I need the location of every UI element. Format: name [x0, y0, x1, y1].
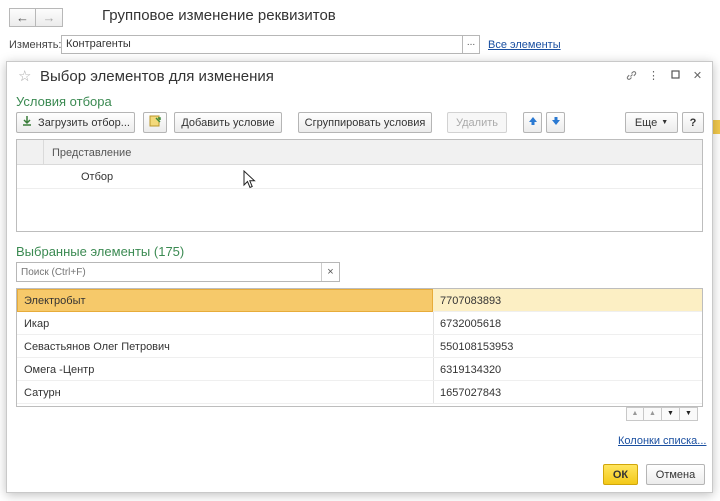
table-row[interactable]: Электробыт 7707083893 — [17, 289, 702, 312]
selected-elements-table[interactable]: Электробыт 7707083893 Икар 6732005618 Се… — [16, 288, 703, 407]
column-divider — [433, 358, 434, 380]
select-object-button[interactable]: ... — [462, 35, 480, 54]
column-divider — [433, 335, 434, 357]
maximize-icon[interactable] — [670, 70, 681, 84]
first-page-button[interactable]: ▲ — [626, 407, 644, 421]
load-filter-label: Загрузить отбор... — [38, 116, 130, 129]
cancel-button[interactable]: Отмена — [646, 464, 705, 485]
double-up-icon: ▲ — [631, 410, 639, 417]
arrow-up-icon — [528, 116, 538, 129]
search-input[interactable] — [17, 263, 317, 281]
element-name: Омега -Центр — [24, 364, 95, 376]
down-icon: ▼ — [667, 410, 674, 417]
kebab-menu-icon[interactable]: ⋮ — [648, 70, 659, 84]
add-condition-button[interactable]: Добавить условие — [174, 112, 282, 133]
element-inn: 1657027843 — [440, 387, 502, 399]
arrow-down-icon — [551, 116, 561, 129]
filter-conditions-grid[interactable]: Представление Отбор — [16, 139, 703, 232]
filter-row-label: Отбор — [81, 171, 114, 183]
ok-button[interactable]: ОК — [603, 464, 638, 485]
all-elements-link[interactable]: Все элементы — [488, 39, 561, 51]
back-button[interactable]: ← — [9, 8, 36, 27]
filter-grid-header: Представление — [17, 140, 702, 165]
column-divider — [433, 381, 434, 403]
background-edge-marker — [712, 120, 720, 134]
window-controls: ⋮ ✕ — [626, 70, 703, 84]
element-inn: 6732005618 — [440, 318, 502, 330]
list-columns-link[interactable]: Колонки списка... — [618, 435, 706, 447]
last-page-button[interactable]: ▼ — [680, 407, 698, 421]
element-inn: 7707083893 — [440, 295, 502, 307]
table-row[interactable]: Сатурн 1657027843 — [17, 381, 702, 404]
navigation-buttons: ← → — [9, 8, 63, 27]
presentation-column-header[interactable]: Представление — [52, 147, 131, 159]
filter-row[interactable]: Отбор — [17, 165, 702, 189]
table-row[interactable]: Омега -Центр 6319134320 — [17, 358, 702, 381]
page-down-button[interactable]: ▼ — [662, 407, 680, 421]
arrow-right-icon: → — [42, 10, 56, 25]
dropdown-arrow-icon: ▼ — [661, 119, 669, 126]
element-name: Севастьянов Олег Петрович — [24, 341, 170, 353]
double-down-icon: ▼ — [685, 410, 692, 417]
change-label: Изменять: — [9, 39, 62, 51]
form-title: Групповое изменение реквизитов — [102, 7, 336, 24]
element-inn: 550108153953 — [440, 341, 514, 353]
more-menu-button[interactable]: Еще ▼ — [625, 112, 678, 133]
column-divider — [433, 312, 434, 334]
change-object-field[interactable]: Контрагенты — [61, 35, 463, 54]
move-down-button[interactable] — [546, 112, 565, 133]
list-navigation: ▲ ▲ ▼ ▼ — [626, 407, 698, 421]
element-inn: 6319134320 — [440, 364, 502, 376]
help-button[interactable]: ? — [682, 112, 704, 133]
element-name: Икар — [24, 318, 50, 330]
delete-button[interactable]: Удалить — [447, 112, 507, 133]
arrow-left-icon: ← — [16, 10, 29, 25]
table-row[interactable]: Икар 6732005618 — [17, 312, 702, 335]
table-row[interactable]: Севастьянов Олег Петрович 550108153953 — [17, 335, 702, 358]
search-box: × — [16, 262, 340, 282]
forward-button[interactable]: → — [36, 8, 63, 27]
more-label: Еще — [634, 116, 658, 129]
save-filter-button[interactable] — [143, 112, 167, 133]
filter-section-title: Условия отбора — [16, 94, 112, 109]
load-filter-icon — [21, 115, 33, 130]
dialog-title: Выбор элементов для изменения — [40, 68, 274, 85]
element-name: Электробыт — [24, 295, 86, 307]
close-icon[interactable]: ✕ — [692, 70, 703, 84]
group-conditions-button[interactable]: Сгруппировать условия — [298, 112, 432, 133]
filter-toolbar: Загрузить отбор... Добавить условие Сгру… — [16, 112, 706, 134]
column-divider — [43, 140, 44, 164]
element-name: Сатурн — [24, 387, 61, 399]
up-icon: ▲ — [649, 410, 656, 417]
select-elements-dialog: ☆ Выбор элементов для изменения ⋮ ✕ Усло… — [6, 61, 713, 493]
selected-elements-title: Выбранные элементы (175) — [16, 244, 185, 259]
star-icon[interactable]: ☆ — [18, 67, 31, 85]
mouse-cursor-icon — [243, 169, 257, 193]
page-up-button[interactable]: ▲ — [644, 407, 662, 421]
link-icon[interactable] — [626, 70, 637, 84]
load-filter-button[interactable]: Загрузить отбор... — [16, 112, 135, 133]
clear-search-button[interactable]: × — [321, 263, 339, 281]
save-filter-icon — [148, 114, 162, 131]
move-up-button[interactable] — [523, 112, 542, 133]
